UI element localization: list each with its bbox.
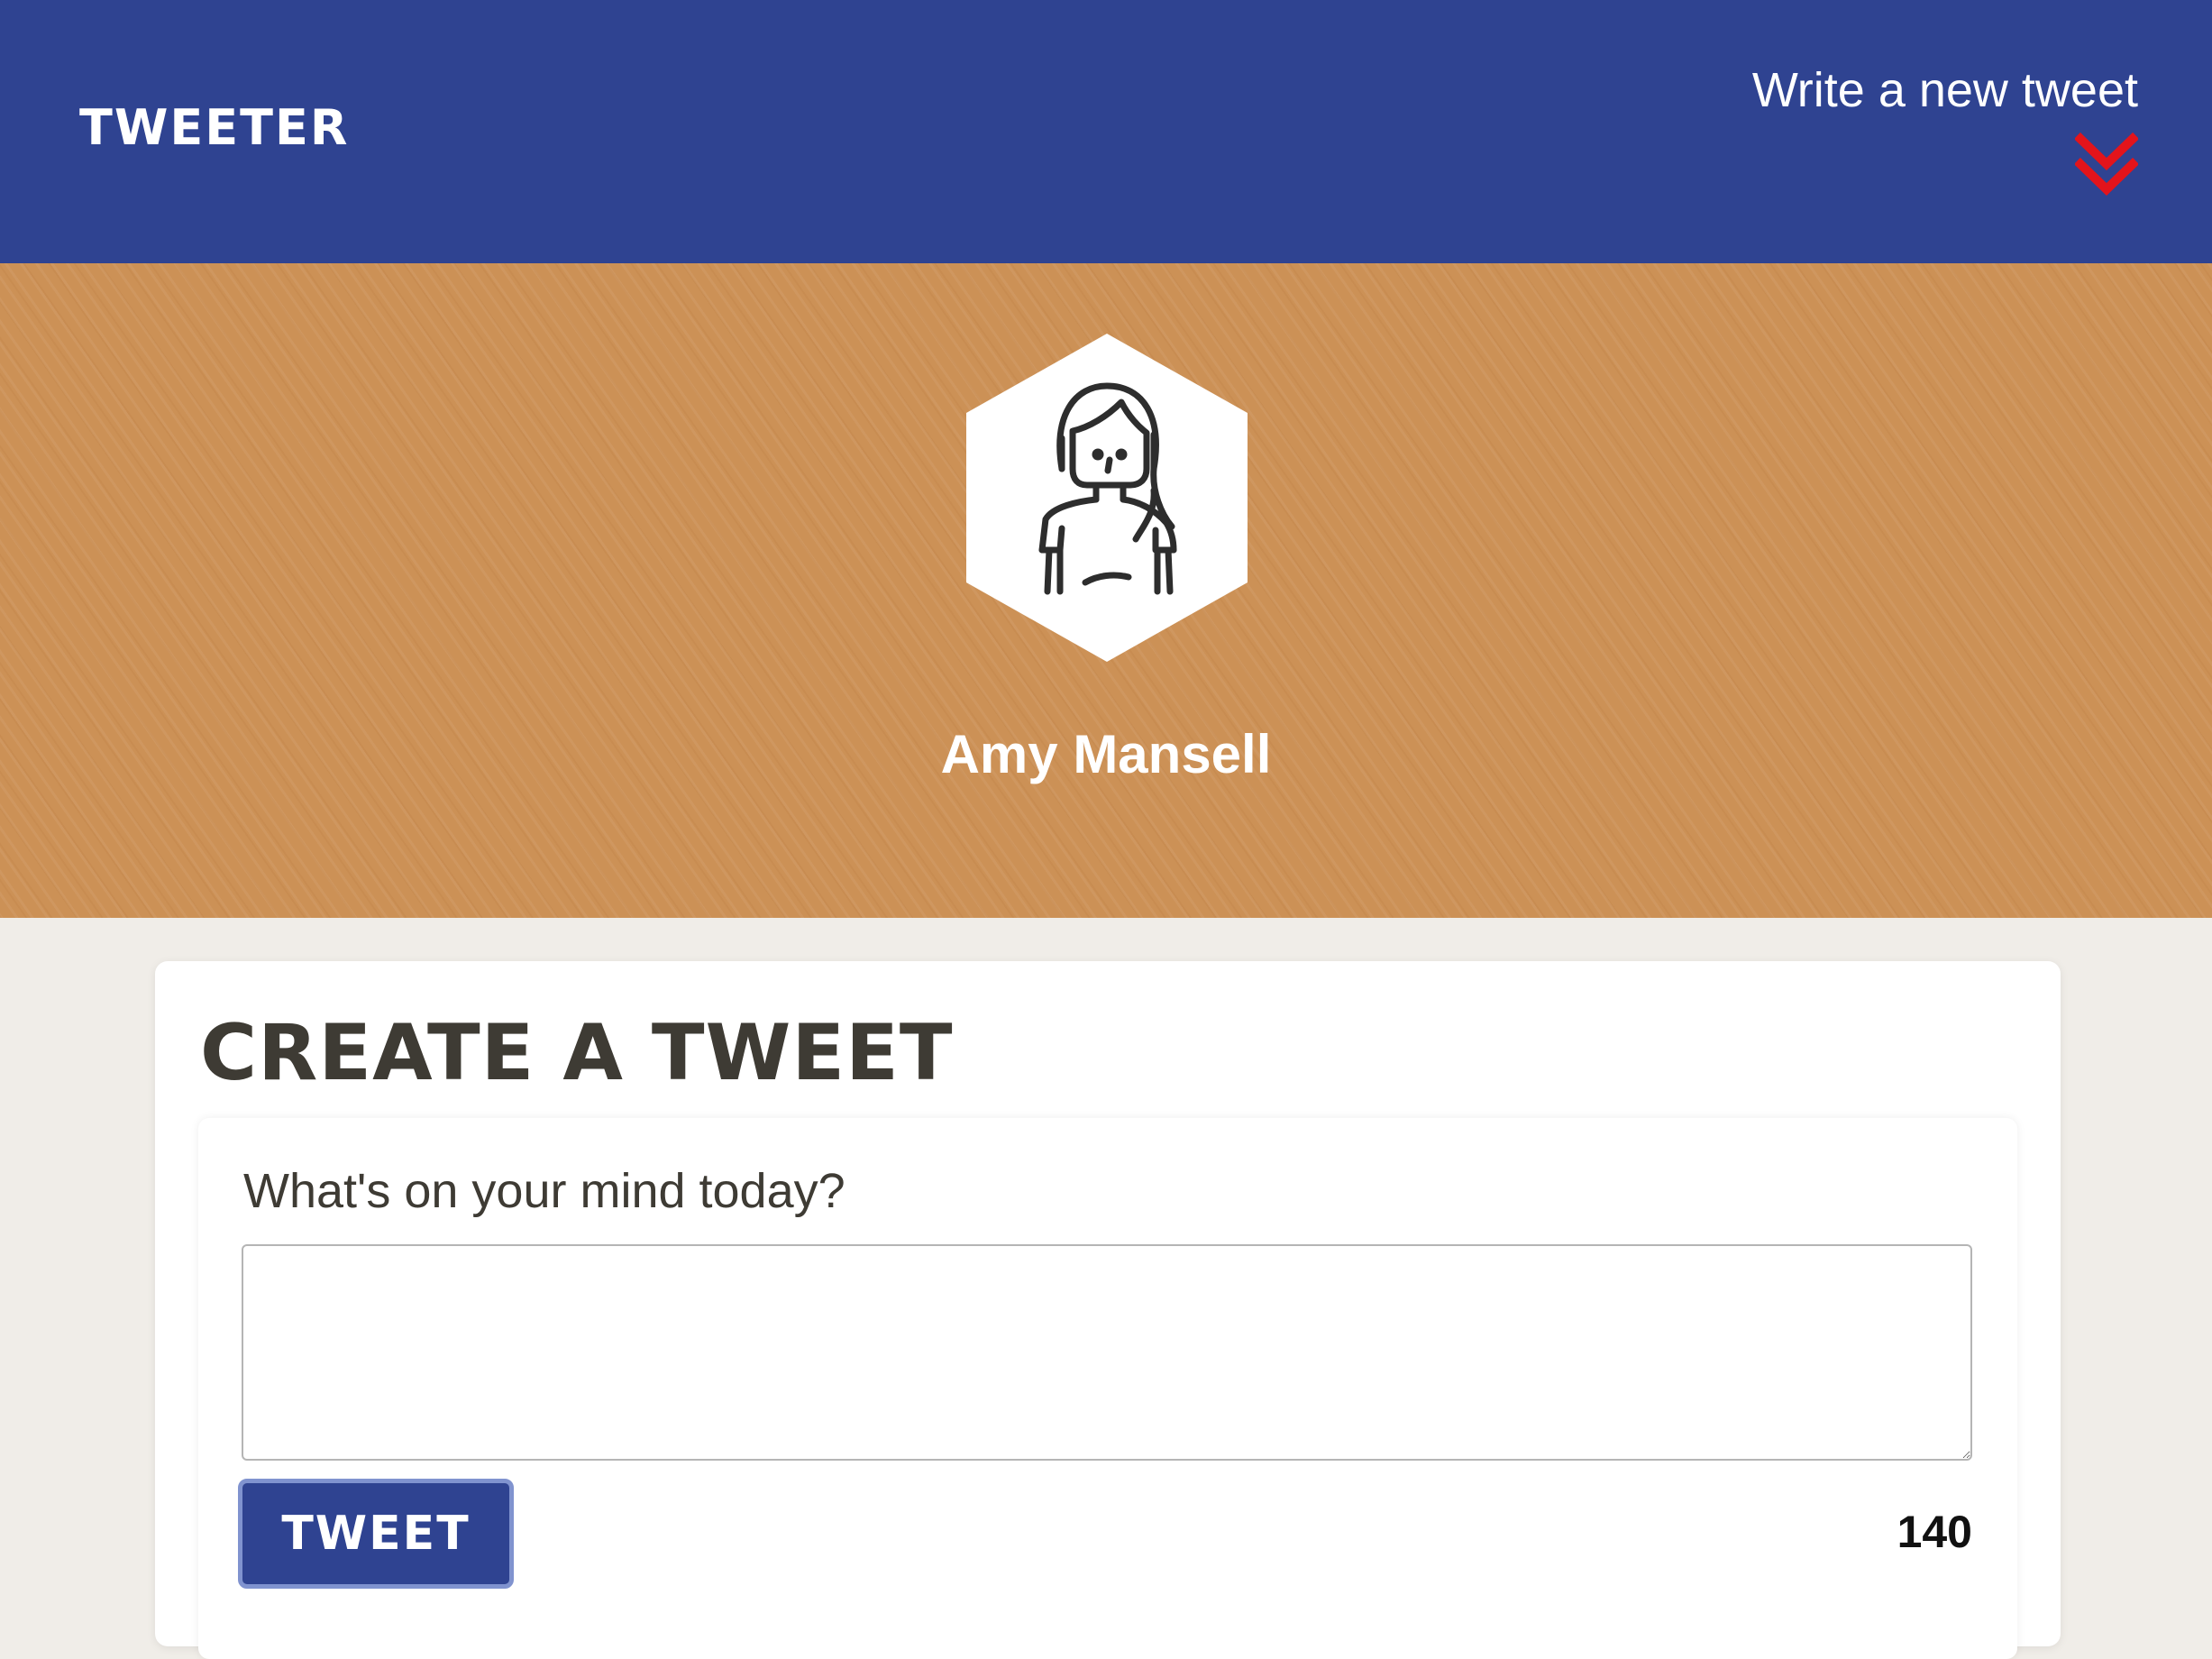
compose-title: Create a Tweet	[200, 1008, 954, 1098]
tweet-button[interactable]: Tweet	[238, 1479, 514, 1589]
user-name: Amy Mansell	[940, 724, 1272, 784]
compose-card: Create a Tweet What's on your mind today…	[155, 961, 2061, 1659]
tweet-textarea[interactable]	[242, 1244, 1972, 1461]
write-new-tweet-toggle[interactable]: Write a new tweet	[1669, 56, 2138, 196]
write-new-tweet-label[interactable]: Write a new tweet	[1669, 56, 2138, 124]
woman-avatar-icon	[966, 334, 1248, 662]
top-nav: TWEETER Write a new tweet	[0, 0, 2212, 263]
tweet-prompt-label: What's on your mind today?	[243, 1164, 845, 1218]
profile-banner: Amy Mansell	[0, 263, 2212, 918]
brand-logo[interactable]: TWEETER	[79, 101, 349, 155]
double-chevron-down-icon[interactable]	[2075, 132, 2138, 204]
tweet-form: What's on your mind today? Tweet 140	[198, 1118, 2017, 1659]
char-counter: 140	[1897, 1507, 1972, 1557]
